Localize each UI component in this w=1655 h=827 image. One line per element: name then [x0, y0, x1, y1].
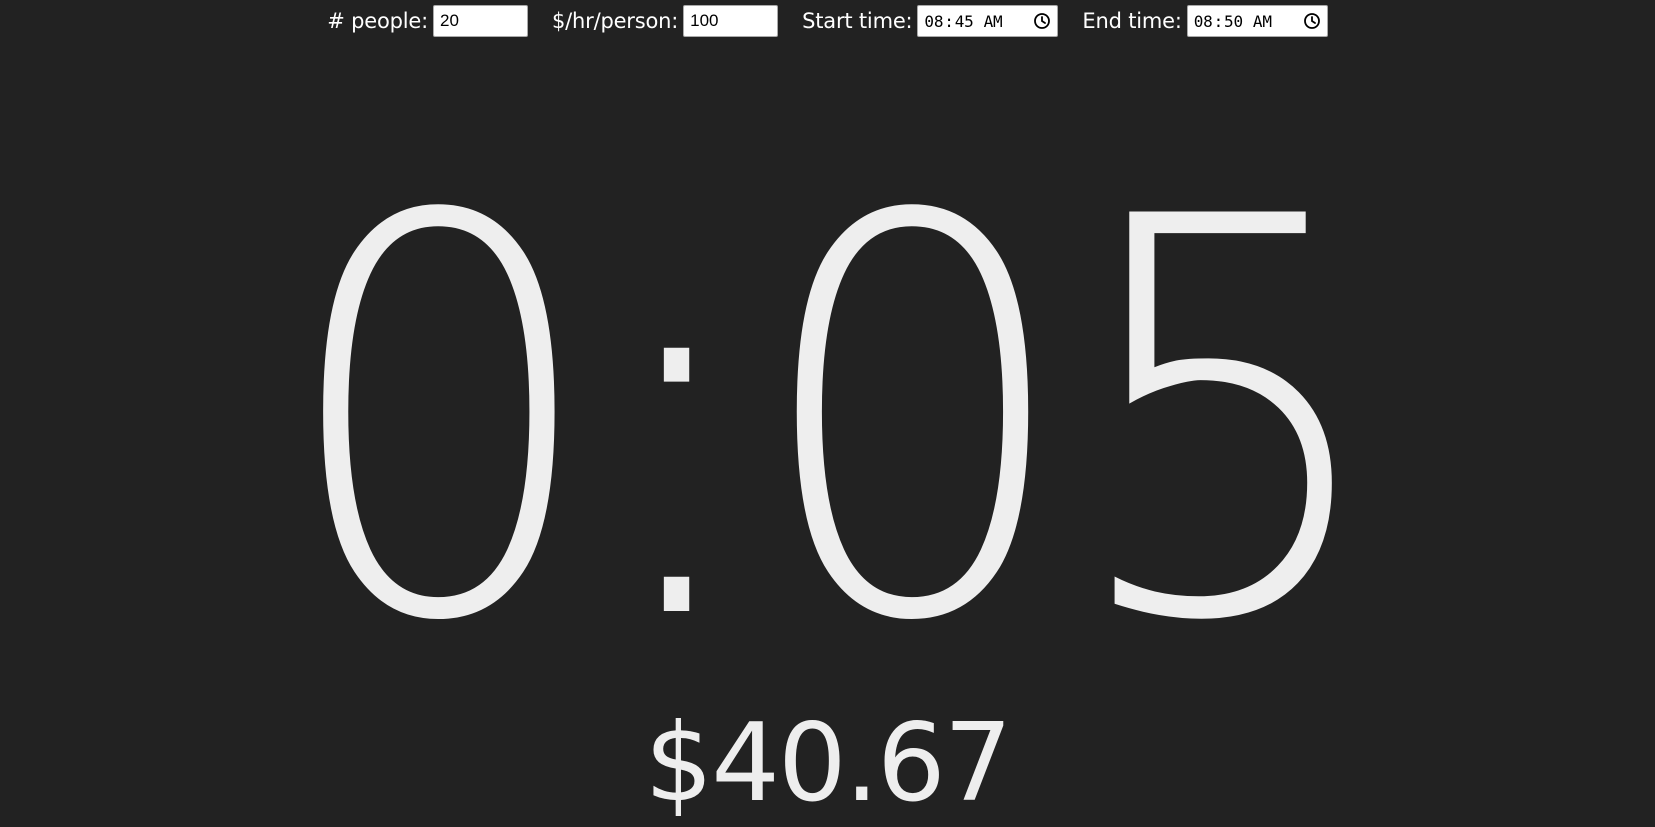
clock-icon[interactable] — [1033, 12, 1051, 30]
end-time-separator: : — [1213, 11, 1224, 31]
start-ampm[interactable]: AM — [984, 12, 1003, 31]
start-time-label: Start time: — [802, 9, 913, 33]
start-minute[interactable]: 45 — [955, 12, 974, 31]
end-hour[interactable]: 08 — [1194, 12, 1213, 31]
people-input[interactable] — [433, 5, 528, 37]
rate-field: $/hr/person: — [552, 5, 779, 37]
end-minute[interactable]: 50 — [1224, 12, 1243, 31]
start-hour[interactable]: 08 — [924, 12, 943, 31]
end-time-field: End time: 08:50 AM — [1082, 5, 1328, 37]
start-time-input[interactable]: 08:45 AM — [917, 5, 1059, 37]
meeting-cost-display: $40.67 — [644, 701, 1013, 826]
start-time-separator: : — [944, 11, 954, 31]
rate-label: $/hr/person: — [552, 9, 679, 33]
end-time-input[interactable]: 08:50 AM — [1186, 5, 1328, 37]
start-time-field: Start time: 08:45 AM — [802, 5, 1059, 37]
clock-icon[interactable] — [1303, 12, 1321, 30]
people-label: # people: — [327, 9, 428, 33]
end-ampm[interactable]: AM — [1253, 12, 1272, 31]
elapsed-time-display: 0:05 — [277, 103, 1389, 741]
rate-input[interactable] — [683, 5, 779, 37]
people-field: # people: — [327, 5, 528, 37]
controls-bar: # people: $/hr/person: Start time: 08:45… — [0, 5, 1655, 37]
end-time-label: End time: — [1082, 9, 1182, 33]
